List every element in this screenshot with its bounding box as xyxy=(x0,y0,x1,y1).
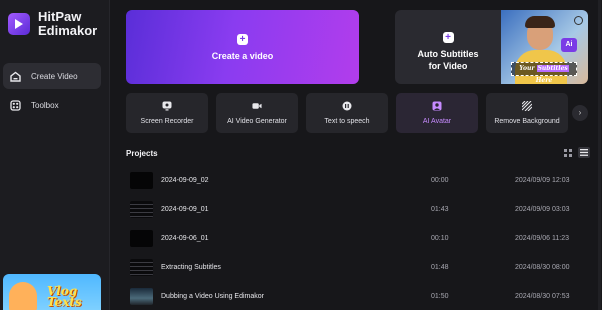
remove-background-icon xyxy=(522,101,532,111)
subtitle-sample-highlight: Subtitles xyxy=(536,65,569,72)
brand: HitPaw Edimakor xyxy=(8,10,97,38)
auto-subtitles-preview-image: Ai Your Subtitles Here xyxy=(501,10,588,84)
create-video-card[interactable]: + Create a video xyxy=(126,10,359,84)
tool-label: AI Avatar xyxy=(422,118,452,125)
speech-icon xyxy=(342,101,352,111)
projects-list: 2024-09-09_02 00:00 2024/09/09 12:03 202… xyxy=(126,168,588,310)
sidebar: HitPaw Edimakor Create Video Toolbox Vlo… xyxy=(0,0,110,310)
list-view-icon[interactable] xyxy=(578,147,590,158)
chevron-right-icon[interactable]: › xyxy=(572,105,588,121)
promo-text: Vlog Texts xyxy=(47,285,82,309)
project-name: Dubbing a Video Using Edimakor xyxy=(161,293,264,300)
person-hair xyxy=(525,16,555,28)
sidebar-item-toolbox[interactable]: Toolbox xyxy=(3,92,101,118)
tool-label: AI Video Generator xyxy=(227,118,287,125)
record-dot-icon xyxy=(574,16,583,25)
app-logo-icon xyxy=(8,13,30,35)
project-row[interactable]: Extracting Subtitles 01:48 2024/08/30 08… xyxy=(126,255,588,284)
project-duration: 01:43 xyxy=(431,206,449,213)
project-duration: 01:50 xyxy=(431,293,449,300)
project-duration: 00:10 xyxy=(431,235,449,242)
plus-icon: + xyxy=(442,32,454,43)
app-name: HitPaw Edimakor xyxy=(38,10,97,38)
project-name: Extracting Subtitles xyxy=(161,264,221,271)
project-thumbnail xyxy=(130,201,153,218)
project-date: 2024/09/06 11:23 xyxy=(515,235,569,242)
project-name: 2024-09-06_01 xyxy=(161,235,209,242)
tool-label: Screen Recorder xyxy=(140,118,194,125)
sidebar-item-create-video[interactable]: Create Video xyxy=(3,63,101,89)
auto-subtitles-card[interactable]: + Auto Subtitles for Video Ai Your Subti… xyxy=(395,10,588,84)
ai-badge: Ai xyxy=(561,38,577,52)
project-date: 2024/09/09 12:03 xyxy=(515,177,570,184)
text-to-speech-button[interactable]: Text to speech xyxy=(306,93,388,133)
project-name: 2024-09-09_02 xyxy=(161,177,209,184)
project-row[interactable]: 2024-09-09_02 00:00 2024/09/09 12:03 xyxy=(126,168,588,197)
screen-recorder-icon xyxy=(162,101,172,111)
screen-recorder-button[interactable]: Screen Recorder xyxy=(126,93,208,133)
toolbox-icon xyxy=(9,99,21,111)
subtitle-sample: Your Subtitles Here xyxy=(511,62,577,84)
projects-heading: Projects xyxy=(126,149,158,158)
plus-icon: + xyxy=(237,33,248,45)
subtitle-sample-pre: Your xyxy=(519,65,537,72)
home-icon xyxy=(9,70,21,82)
video-camera-icon xyxy=(252,101,262,111)
project-duration: 01:48 xyxy=(431,264,449,271)
main-panel: + Create a video + Auto Subtitles for Vi… xyxy=(111,0,602,310)
app-name-line2: Edimakor xyxy=(38,23,98,38)
sidebar-item-label: Toolbox xyxy=(31,100,59,110)
project-row[interactable]: 2024-09-06_01 00:10 2024/09/06 11:23 xyxy=(126,226,588,255)
remove-background-button[interactable]: Remove Background xyxy=(486,93,568,133)
app-name-line1: HitPaw xyxy=(38,9,82,24)
project-thumbnail xyxy=(130,259,153,276)
grid-view-icon[interactable] xyxy=(562,147,574,158)
project-row[interactable]: 2024-09-09_01 01:43 2024/09/09 03:03 xyxy=(126,197,588,226)
avatar-icon xyxy=(432,101,442,111)
project-duration: 00:00 xyxy=(431,177,449,184)
project-date: 2024/09/09 03:03 xyxy=(515,206,570,213)
project-thumbnail xyxy=(130,288,153,305)
project-thumbnail xyxy=(130,230,153,247)
project-date: 2024/08/30 07:53 xyxy=(515,293,570,300)
auto-subtitles-label-line1: Auto Subtitles xyxy=(417,49,479,59)
auto-subtitles-text: + Auto Subtitles for Video xyxy=(395,32,501,72)
sidebar-item-label: Create Video xyxy=(31,71,78,81)
ai-avatar-button[interactable]: AI Avatar xyxy=(396,93,478,133)
project-row[interactable]: Dubbing a Video Using Edimakor 01:50 202… xyxy=(126,284,588,310)
subtitle-sample-post: Here xyxy=(535,77,553,84)
scrollbar[interactable] xyxy=(598,0,601,310)
promo-text-line2: Texts xyxy=(47,295,82,309)
project-thumbnail xyxy=(130,172,153,189)
auto-subtitles-label-line2: for Video xyxy=(428,61,468,71)
project-name: 2024-09-09_01 xyxy=(161,206,209,213)
create-video-label: Create a video xyxy=(211,50,274,61)
project-date: 2024/08/30 08:00 xyxy=(515,264,570,271)
promo-character-icon xyxy=(9,282,37,310)
promo-banner[interactable]: Vlog Texts xyxy=(3,274,101,310)
ai-video-generator-button[interactable]: AI Video Generator xyxy=(216,93,298,133)
view-toggle xyxy=(558,147,590,158)
tool-label: Remove Background xyxy=(494,118,560,125)
tool-label: Text to speech xyxy=(324,118,370,125)
toolbar-shortcuts: Screen Recorder AI Video Generator Text … xyxy=(126,93,576,133)
